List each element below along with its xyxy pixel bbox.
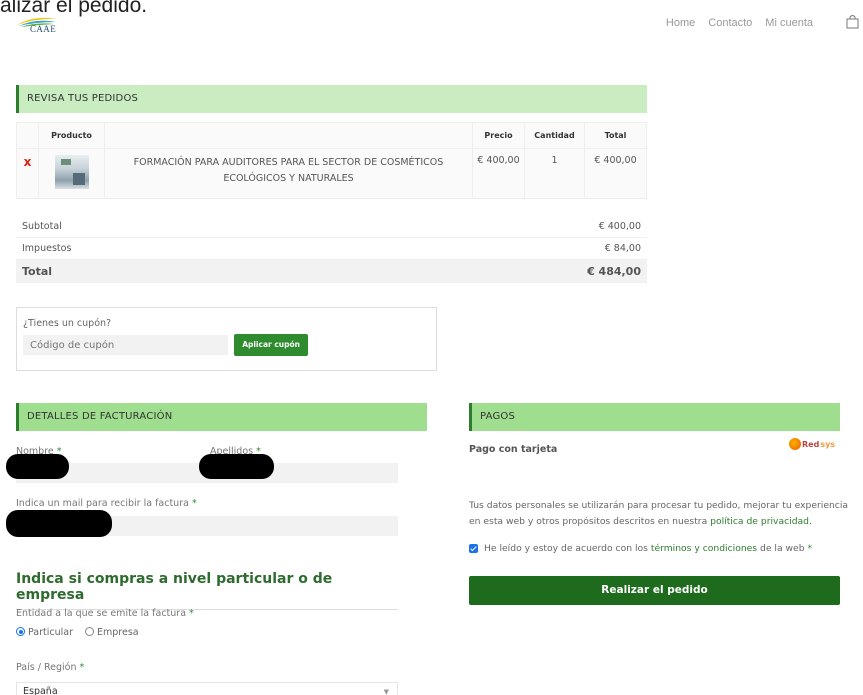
chevron-down-icon: ▼ [383,688,389,695]
terms-checkbox[interactable] [469,544,478,553]
table-row: x FORMACIÓN PARA AUDITORES PARA EL SECTO… [16,148,647,199]
remove-item-button[interactable]: x [24,155,32,169]
place-order-button[interactable]: Realizar el pedido [469,576,840,605]
col-total: Total [584,122,647,149]
coupon-input[interactable] [23,335,228,355]
radio-unselected-icon[interactable] [85,627,95,636]
total-row: Total € 484,00 [16,260,647,283]
redsys-logo: Red sys [789,438,835,450]
last-name-field[interactable] [199,454,274,479]
cart-table: Producto Precio Cantidad Total x FORMACI… [16,122,647,199]
terms-row: He leído y estoy de acuerdo con los térm… [469,543,812,554]
nav-home[interactable]: Home [666,17,695,29]
billing-header: DETALLES DE FACTURACIÓN [16,403,427,431]
payments-header: PAGOS [469,403,840,431]
main-nav: Home Contacto Mi cuenta [666,17,813,29]
order-totals: Subtotal € 400,00 Impuestos € 84,00 Tota… [16,216,647,283]
product-name[interactable]: FORMACIÓN PARA AUDITORES PARA EL SECTOR … [104,148,473,199]
product-qty: 1 [524,148,585,199]
logo-text: CAAE [30,24,57,34]
email-field[interactable] [6,510,112,537]
total-value: € 484,00 [587,264,641,278]
col-name [104,122,473,149]
shopping-bag-icon[interactable] [846,14,859,29]
subtotal-value: € 400,00 [598,221,641,232]
product-price: € 400,00 [472,148,525,199]
radio-selected-icon[interactable] [16,627,25,636]
privacy-link[interactable]: política de privacidad [710,516,809,527]
review-header: REVISA TUS PEDIDOS [16,85,647,113]
tax-row: Impuestos € 84,00 [16,238,647,260]
entity-label: Entidad a la que se emite la factura * [16,608,194,619]
email-label: Indica un mail para recibir la factura * [16,498,197,509]
col-product: Producto [38,122,105,149]
nav-contacto[interactable]: Contacto [708,17,752,29]
first-name-field[interactable] [6,454,69,479]
col-price: Precio [472,122,525,149]
product-total: € 400,00 [584,148,647,199]
coupon-question: ¿Tienes un cupón? [23,318,112,329]
tax-label: Impuestos [22,243,72,254]
country-select[interactable]: España ▼ [16,682,398,695]
terms-link[interactable]: términos y condiciones [651,543,757,554]
country-label: País / Región * [16,662,85,673]
product-thumbnail[interactable] [54,155,89,189]
col-qty: Cantidad [524,122,585,149]
coupon-box: ¿Tienes un cupón? Aplicar cupón [16,307,437,371]
privacy-notice: Tus datos personales se utilizarán para … [469,500,849,527]
subtotal-row: Subtotal € 400,00 [16,216,647,238]
nav-mi-cuenta[interactable]: Mi cuenta [765,17,813,29]
subtotal-label: Subtotal [22,221,62,232]
total-label: Total [22,264,53,278]
payment-method-label: Pago con tarjeta [469,444,558,455]
radio-particular[interactable]: Particular [16,627,73,638]
col-remove [16,122,39,149]
redsys-icon [789,438,801,450]
tax-value: € 84,00 [604,243,641,254]
apply-coupon-button[interactable]: Aplicar cupón [234,334,308,356]
buyer-type-heading: Indica si compras a nivel particular o d… [16,571,398,610]
entity-radio-group: Particular Empresa [16,627,139,638]
radio-empresa[interactable]: Empresa [85,627,139,638]
country-value: España [23,686,58,695]
